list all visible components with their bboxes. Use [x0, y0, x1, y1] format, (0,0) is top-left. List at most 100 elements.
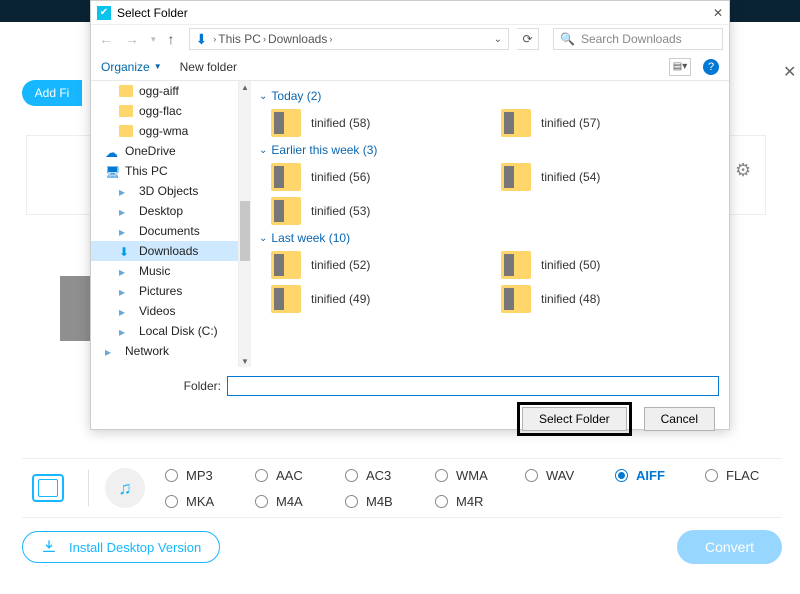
format-radio-mp3[interactable]: MP3 [165, 462, 255, 488]
folder-item[interactable]: tinified (52) [271, 251, 461, 279]
tree-item-ogg-wma[interactable]: ogg-wma [91, 121, 238, 141]
folder-item[interactable]: tinified (50) [501, 251, 691, 279]
scroll-down-icon[interactable]: ▼ [239, 355, 251, 367]
format-radio-aiff[interactable]: AIFF [615, 462, 705, 488]
select-folder-highlight: Select Folder [517, 402, 632, 436]
breadcrumb[interactable]: ⬇ › This PC › Downloads › ⌄ [189, 28, 509, 50]
scrollbar-thumb[interactable] [240, 201, 250, 261]
folder-item[interactable]: tinified (54) [501, 163, 691, 191]
format-bar: ♫ MP3 AACAC3 WMA WAV AIFF FLAC MKA M4A M4B M4R [22, 458, 782, 518]
refresh-icon[interactable]: ⟳ [517, 28, 539, 50]
tree-item-desktop[interactable]: ▸Desktop [91, 201, 238, 221]
select-folder-button[interactable]: Select Folder [522, 407, 627, 431]
tree-item-pictures[interactable]: ▸Pictures [91, 281, 238, 301]
radio-icon [255, 495, 268, 508]
nav-up-icon[interactable]: ↑ [166, 31, 177, 47]
nav-back-icon[interactable]: ← [97, 31, 115, 47]
tree-label: Desktop [139, 204, 183, 218]
format-radio-m4a[interactable]: M4A [255, 488, 345, 514]
folder-input[interactable] [227, 376, 719, 396]
format-label: AIFF [636, 468, 665, 483]
view-mode-button[interactable]: ▤▾ [669, 58, 691, 76]
tree-label: Music [139, 264, 170, 278]
chevron-down-icon[interactable]: ▾ [149, 34, 158, 45]
gear-icon[interactable]: ⚙ [735, 160, 751, 181]
radio-icon [165, 495, 178, 508]
folder-item[interactable]: tinified (53) [271, 197, 461, 225]
install-desktop-button[interactable]: Install Desktop Version [22, 531, 220, 563]
crumb-downloads[interactable]: Downloads [268, 32, 327, 46]
panel-close-icon[interactable]: ✕ [783, 62, 796, 82]
download-icon [41, 539, 57, 555]
tree-label: Local Disk (C:) [139, 324, 218, 338]
folder-item[interactable]: tinified (58) [271, 109, 461, 137]
convert-button[interactable]: Convert [677, 530, 782, 564]
group-header[interactable]: ⌄Last week (10) [259, 231, 721, 245]
list-scrollbar[interactable]: ▲ ▼ [239, 81, 251, 367]
format-radio-m4b[interactable]: M4B [345, 488, 435, 514]
dialog-buttons: Select Folder Cancel [91, 401, 729, 437]
format-label: M4A [276, 494, 303, 509]
tree-item-ogg-aiff[interactable]: ogg-aiff [91, 81, 238, 101]
close-icon[interactable]: ✕ [713, 6, 723, 20]
tree-item-ogg-flac[interactable]: ogg-flac [91, 101, 238, 121]
crumb-dropdown-icon[interactable]: ⌄ [494, 34, 502, 45]
tree-item-this-pc[interactable]: 🖥This PC [91, 161, 238, 181]
tree-item-3d-objects[interactable]: ▸3D Objects [91, 181, 238, 201]
folder-item[interactable]: tinified (56) [271, 163, 461, 191]
format-label: MP3 [186, 468, 213, 483]
tree-label: This PC [125, 164, 168, 178]
format-label: M4R [456, 494, 483, 509]
tree-label: Videos [139, 304, 175, 318]
folder-icon [271, 109, 301, 137]
install-label: Install Desktop Version [69, 540, 201, 555]
folder-item[interactable]: tinified (49) [271, 285, 461, 313]
organize-menu[interactable]: Organize▼ [101, 60, 162, 74]
tree-item-network[interactable]: ▸Network [91, 341, 238, 361]
add-file-button[interactable]: Add Fi [22, 80, 82, 106]
format-radio-flac[interactable]: FLAC [705, 462, 759, 488]
folder-item[interactable]: tinified (48) [501, 285, 691, 313]
tree-item-onedrive[interactable]: ☁OneDrive [91, 141, 238, 161]
format-radio-ac3[interactable]: AC3 [345, 462, 435, 488]
radio-icon [525, 469, 538, 482]
scroll-up-icon[interactable]: ▲ [239, 81, 251, 93]
tree-label: ogg-wma [139, 124, 188, 138]
format-radio-mka[interactable]: MKA [165, 488, 255, 514]
tree-item-videos[interactable]: ▸Videos [91, 301, 238, 321]
new-folder-button[interactable]: New folder [180, 60, 237, 74]
video-format-icon[interactable] [32, 474, 64, 502]
audio-format-icon[interactable]: ♫ [105, 468, 145, 508]
select-folder-dialog: ✔ Select Folder ✕ ← → ▾ ↑ ⬇ › This PC › … [90, 0, 730, 430]
folder-icon [501, 163, 531, 191]
tree-label: OneDrive [125, 144, 176, 158]
search-input[interactable]: 🔍 Search Downloads [553, 28, 723, 50]
folder-icon [501, 109, 531, 137]
radio-icon [255, 469, 268, 482]
folder-name: tinified (50) [541, 258, 600, 272]
cancel-button[interactable]: Cancel [644, 407, 715, 431]
tree-item-documents[interactable]: ▸Documents [91, 221, 238, 241]
radio-icon [345, 469, 358, 482]
format-radio-wma[interactable]: WMA [435, 462, 525, 488]
format-radio-wav[interactable]: WAV [525, 462, 615, 488]
nav-forward-icon[interactable]: → [123, 31, 141, 47]
tree-label: ogg-flac [139, 104, 182, 118]
tree-label: Pictures [139, 284, 182, 298]
help-icon[interactable]: ? [703, 59, 719, 75]
group-header[interactable]: ⌄Today (2) [259, 89, 721, 103]
format-radio-m4r[interactable]: M4R [435, 488, 525, 514]
group-header[interactable]: ⌄Earlier this week (3) [259, 143, 721, 157]
search-icon: 🔍 [560, 32, 575, 46]
folder-list: ⌄Today (2) tinified (58) tinified (57) ⌄Ear… [251, 81, 729, 367]
chevron-down-icon: ⌄ [259, 91, 267, 102]
tree-item-downloads[interactable]: ⬇Downloads [91, 241, 238, 261]
tree-item-music[interactable]: ▸Music [91, 261, 238, 281]
crumb-thispc[interactable]: This PC [218, 32, 261, 46]
format-label: WMA [456, 468, 488, 483]
tree-item-local-disk-c-[interactable]: ▸Local Disk (C:) [91, 321, 238, 341]
format-radio-aac[interactable]: AAC [255, 462, 345, 488]
folder-tree[interactable]: ogg-aiff ogg-flac ogg-wma ☁OneDrive🖥This PC… [91, 81, 239, 367]
folder-name: tinified (49) [311, 292, 370, 306]
folder-item[interactable]: tinified (57) [501, 109, 691, 137]
